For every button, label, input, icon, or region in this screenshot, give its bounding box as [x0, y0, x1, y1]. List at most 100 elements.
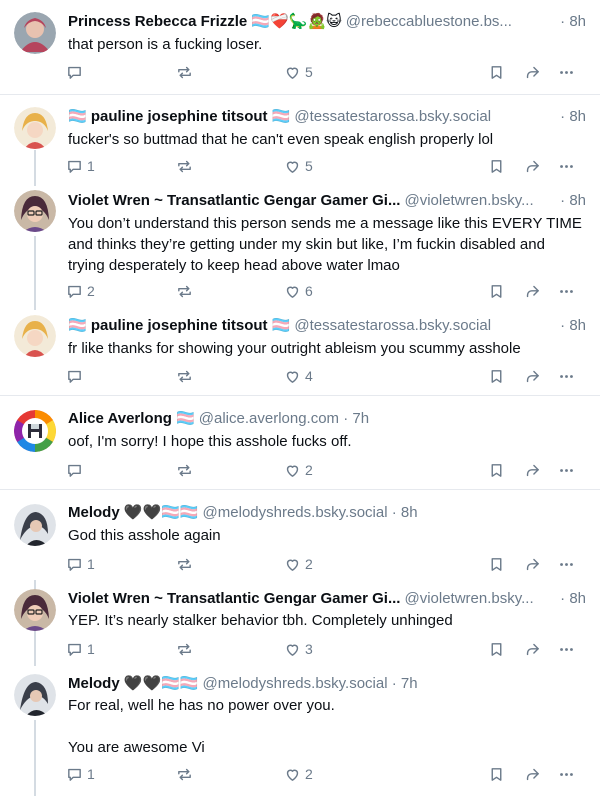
bookmark-icon	[488, 368, 505, 385]
post-time: 8h	[569, 13, 586, 30]
avatar[interactable]	[14, 410, 56, 452]
avatar[interactable]	[14, 504, 56, 546]
bookmark-button[interactable]	[488, 458, 505, 482]
post[interactable]: Violet Wren ~ Transatlantic Gengar Gamer…	[0, 185, 600, 309]
author-handle[interactable]: @melodyshreds.bsky.social	[203, 504, 388, 521]
share-button[interactable]	[524, 458, 541, 482]
author-handle[interactable]: @alice.averlong.com	[199, 410, 339, 427]
author-handle[interactable]: @melodyshreds.bsky.social	[203, 675, 388, 692]
reply-count: 2	[87, 283, 95, 299]
like-button[interactable]: 6	[284, 279, 313, 303]
post[interactable]: 🏳️‍⚧️ pauline josephine titsout 🏳️‍⚧️ @te…	[0, 95, 600, 185]
share-button[interactable]	[524, 60, 541, 84]
avatar[interactable]	[14, 315, 56, 357]
share-button[interactable]	[524, 279, 541, 303]
like-button[interactable]: 5	[284, 60, 313, 84]
reply-button[interactable]: 1	[66, 154, 95, 178]
author-name[interactable]: 🏳️‍⚧️ pauline josephine titsout 🏳️‍⚧️	[68, 317, 290, 334]
post[interactable]: Princess Rebecca Frizzle 🏳️‍⚧️❤️‍🩹🦕🧟😺 @re…	[0, 0, 600, 94]
heart-icon	[284, 556, 301, 573]
like-button[interactable]: 3	[284, 637, 313, 661]
avatar[interactable]	[14, 589, 56, 631]
more-options-button[interactable]	[558, 552, 575, 576]
avatar[interactable]	[14, 12, 56, 54]
post-time: 8h	[569, 590, 586, 607]
share-button[interactable]	[524, 552, 541, 576]
like-button[interactable]: 4	[284, 364, 313, 388]
reply-button[interactable]: 2	[66, 279, 95, 303]
bookmark-button[interactable]	[488, 637, 505, 661]
bookmark-button[interactable]	[488, 762, 505, 786]
repost-button[interactable]	[176, 762, 193, 786]
post-header: 🏳️‍⚧️ pauline josephine titsout 🏳️‍⚧️ @te…	[68, 107, 586, 127]
reply-button[interactable]	[66, 364, 87, 388]
more-options-button[interactable]	[558, 637, 575, 661]
reply-count: 1	[87, 556, 95, 572]
like-button[interactable]: 2	[284, 762, 313, 786]
repost-button[interactable]	[176, 154, 193, 178]
like-count: 3	[305, 641, 313, 657]
heart-icon	[284, 64, 301, 81]
bookmark-button[interactable]	[488, 364, 505, 388]
post-time: 8h	[400, 504, 418, 521]
post[interactable]: Melody 🖤🖤🏳️‍⚧️🏳️‍⚧️ @melodyshreds.bsky.so…	[0, 664, 600, 796]
reply-button[interactable]: 1	[66, 552, 95, 576]
reply-count: 1	[87, 766, 95, 782]
ellipsis-icon	[558, 158, 575, 175]
bookmark-button[interactable]	[488, 552, 505, 576]
more-options-button[interactable]	[558, 364, 575, 388]
reply-button[interactable]: 1	[66, 637, 95, 661]
author-handle[interactable]: @tessatestarossa.bsky.social	[294, 317, 491, 334]
share-button[interactable]	[524, 154, 541, 178]
author-name[interactable]: Melody 🖤🖤🏳️‍⚧️🏳️‍⚧️	[68, 675, 199, 692]
author-handle[interactable]: @rebeccabluestone.bs...	[346, 13, 512, 30]
repost-button[interactable]	[176, 637, 193, 661]
post[interactable]: Violet Wren ~ Transatlantic Gengar Gamer…	[0, 579, 600, 664]
post[interactable]: Alice Averlong 🏳️‍⚧️ @alice.averlong.com …	[0, 396, 600, 489]
like-button[interactable]: 5	[284, 154, 313, 178]
avatar[interactable]	[14, 674, 56, 716]
repost-button[interactable]	[176, 458, 193, 482]
more-options-button[interactable]	[558, 154, 575, 178]
share-button[interactable]	[524, 762, 541, 786]
repost-button[interactable]	[176, 364, 193, 388]
post-text: that person is a fucking loser.	[68, 36, 263, 53]
reply-count: 1	[87, 158, 95, 174]
author-name[interactable]: Alice Averlong 🏳️‍⚧️	[68, 410, 195, 427]
bookmark-button[interactable]	[488, 60, 505, 84]
reply-button[interactable]	[66, 458, 87, 482]
reply-icon	[66, 64, 83, 81]
post-actions: 1 2	[60, 552, 586, 576]
more-options-button[interactable]	[558, 60, 575, 84]
bookmark-button[interactable]	[488, 279, 505, 303]
post[interactable]: 🏳️‍⚧️ pauline josephine titsout 🏳️‍⚧️ @te…	[0, 309, 600, 395]
share-icon	[524, 641, 541, 658]
like-button[interactable]: 2	[284, 552, 313, 576]
like-button[interactable]: 2	[284, 458, 313, 482]
author-name[interactable]: 🏳️‍⚧️ pauline josephine titsout 🏳️‍⚧️	[68, 108, 290, 125]
share-button[interactable]	[524, 364, 541, 388]
post[interactable]: Melody 🖤🖤🏳️‍⚧️🏳️‍⚧️ @melodyshreds.bsky.so…	[0, 490, 600, 579]
more-options-button[interactable]	[558, 279, 575, 303]
repost-button[interactable]	[176, 552, 193, 576]
reply-button[interactable]: 1	[66, 762, 95, 786]
more-options-button[interactable]	[558, 762, 575, 786]
share-icon	[524, 462, 541, 479]
author-name[interactable]: Princess Rebecca Frizzle 🏳️‍⚧️❤️‍🩹🦕🧟😺	[68, 13, 342, 30]
share-button[interactable]	[524, 637, 541, 661]
author-name[interactable]: Melody 🖤🖤🏳️‍⚧️🏳️‍⚧️	[68, 504, 199, 521]
avatar[interactable]	[14, 107, 56, 149]
reply-button[interactable]	[66, 60, 87, 84]
like-count: 5	[305, 64, 313, 80]
author-handle[interactable]: @violetwren.bsky...	[404, 590, 533, 607]
repost-button[interactable]	[176, 279, 193, 303]
post-actions: 1 3	[60, 637, 586, 661]
author-handle[interactable]: @tessatestarossa.bsky.social	[294, 108, 491, 125]
more-options-button[interactable]	[558, 458, 575, 482]
bookmark-button[interactable]	[488, 154, 505, 178]
avatar[interactable]	[14, 190, 56, 232]
author-name[interactable]: Violet Wren ~ Transatlantic Gengar Gamer…	[68, 192, 400, 209]
repost-button[interactable]	[176, 60, 193, 84]
author-name[interactable]: Violet Wren ~ Transatlantic Gengar Gamer…	[68, 590, 400, 607]
author-handle[interactable]: @violetwren.bsky...	[404, 192, 533, 209]
